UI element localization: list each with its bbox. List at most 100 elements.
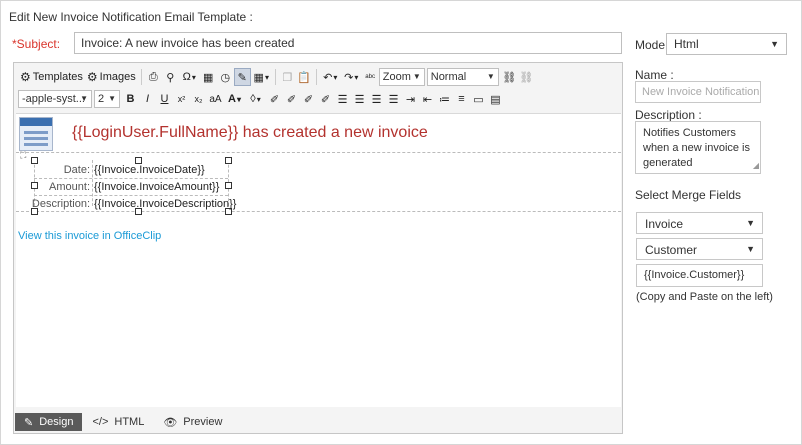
calendar-icon[interactable]: ▦ (200, 68, 217, 86)
paragraph-format-value: Normal (430, 71, 467, 83)
format-brush-icon[interactable]: ✐ (283, 90, 300, 108)
images-label: Images (99, 71, 136, 83)
document-icon[interactable]: ▤ (487, 90, 504, 108)
copy-paste-hint: (Copy and Paste on the left) (636, 291, 773, 303)
outdent-icon[interactable]: ⇤ (419, 90, 436, 108)
format-brush-icon[interactable]: ✐ (317, 90, 334, 108)
font-size-select[interactable]: 2 ▼ (94, 90, 120, 108)
unlink-icon[interactable]: ⛓ (518, 68, 535, 86)
tab-design[interactable]: ✎ Design (15, 413, 83, 431)
align-center-icon[interactable]: ☰ (351, 90, 368, 108)
redo-icon[interactable]: ↷ (341, 68, 362, 86)
invoice-logo-image (19, 117, 53, 151)
font-family-value: -apple-syst... (22, 93, 85, 105)
tab-html-label: HTML (114, 416, 145, 428)
clock-icon[interactable]: ◷ (217, 68, 234, 86)
align-right-icon[interactable]: ☰ (368, 90, 385, 108)
copy-icon[interactable]: ❐ (279, 68, 296, 86)
merge-entity-select[interactable]: Customer ▼ (636, 238, 763, 260)
format-brush-icon[interactable]: ✐ (266, 90, 283, 108)
tab-html[interactable]: </> HTML (83, 413, 153, 431)
print-icon[interactable]: ⎙ (145, 68, 162, 86)
superscript-button[interactable]: x² (173, 90, 190, 108)
tab-preview[interactable]: 👁 Preview (154, 413, 231, 431)
eye-icon: 👁 (163, 416, 178, 429)
description-value: Notifies Customers when a new invoice is… (643, 127, 751, 169)
view-invoice-link[interactable]: View this invoice in OfficeClip (18, 230, 161, 242)
amount-label: Amount: (49, 181, 90, 193)
gear-icon: ⚙ (20, 70, 31, 84)
tab-design-label: Design (39, 416, 74, 428)
toolbar-divider (315, 69, 317, 85)
gear-icon: ⚙ (86, 70, 98, 84)
name-field[interactable]: New Invoice Notification (635, 81, 761, 103)
change-case-button[interactable]: aA (207, 90, 224, 108)
mode-select[interactable]: Html ▼ (666, 33, 787, 55)
chevron-down-icon: ▼ (80, 94, 88, 103)
merge-field-output[interactable]: {{Invoice.Customer}} (636, 264, 763, 287)
spellcheck-icon[interactable]: ᵃᵇᶜ (362, 68, 379, 86)
paste-icon[interactable]: 📋 (296, 68, 313, 86)
editor-mode-tabs: ✎ Design </> HTML 👁 Preview (14, 412, 231, 432)
date-label: Date: (63, 164, 90, 176)
merge-group-value: Invoice (645, 217, 684, 231)
bullet-list-icon[interactable]: ≡ (453, 90, 470, 108)
email-header-text: {{LoginUser.FullName}} has created a new… (72, 124, 428, 141)
resize-handle[interactable] (31, 157, 38, 164)
chevron-down-icon: ▼ (746, 218, 755, 228)
binoculars-icon[interactable]: ⚲ (162, 68, 179, 86)
justify-icon[interactable]: ☰ (385, 90, 402, 108)
pencil-icon[interactable]: ✎ (233, 68, 251, 86)
date-merge-field: {{Invoice.InvoiceDate}} (94, 164, 205, 176)
media-icon[interactable]: ▭ (470, 90, 487, 108)
italic-button[interactable]: I (139, 90, 156, 108)
undo-icon[interactable]: ↶ (320, 68, 341, 86)
table-border (16, 211, 621, 212)
font-color-button[interactable]: A (224, 90, 245, 108)
chevron-down-icon: ▼ (486, 72, 495, 81)
resize-grip-icon[interactable]: ◢ (753, 158, 759, 173)
toolbar-row-1: ⚙Templates ⚙Images ⎙ ⚲ Ω ▦ ◷ ✎ ▦ ❐ 📋 ↶ ↷… (18, 67, 535, 87)
drop-icon[interactable]: ◊ (245, 90, 266, 108)
merge-fields-label: Select Merge Fields (635, 188, 742, 202)
bold-button[interactable]: B (122, 90, 139, 108)
description-field-label: Description : (635, 108, 702, 122)
omega-icon[interactable]: Ω (179, 68, 200, 86)
toolbar-divider (140, 69, 142, 85)
merge-group-select[interactable]: Invoice ▼ (636, 212, 763, 234)
toolbar-row-2: -apple-syst...▼ 2▼ B I U x² x₂ aA A ◊ ✐ … (18, 89, 504, 109)
ordered-list-icon[interactable]: ≔ (436, 90, 453, 108)
merge-entity-value: Customer (645, 243, 698, 257)
toolbar-divider (274, 69, 276, 85)
indent-icon[interactable]: ⇥ (402, 90, 419, 108)
chevron-down-icon: ▼ (108, 94, 116, 103)
page-title: Edit New Invoice Notification Email Temp… (9, 10, 253, 24)
font-family-select[interactable]: -apple-syst... ▼ (18, 90, 92, 108)
resize-handle[interactable] (225, 182, 232, 189)
subscript-button[interactable]: x₂ (190, 90, 207, 108)
amount-merge-field: {{Invoice.InvoiceAmount}} (94, 181, 220, 193)
subject-input[interactable]: Invoice: A new invoice has been created (74, 32, 622, 54)
chevron-down-icon: ▼ (412, 72, 421, 81)
link-icon[interactable]: ⛓ (501, 68, 518, 86)
underline-button[interactable]: U (156, 90, 173, 108)
table-border (34, 195, 228, 196)
resize-handle[interactable] (225, 157, 232, 164)
zoom-label: Zoom (382, 71, 411, 83)
images-button[interactable]: ⚙ Images (85, 68, 138, 86)
paragraph-format-select[interactable]: Normal ▼ (426, 68, 499, 86)
description-merge-field: {{Invoice.InvoiceDescription}} (94, 198, 237, 210)
resize-handle[interactable] (135, 157, 142, 164)
templates-button[interactable]: ⚙ Templates (18, 68, 85, 86)
format-brush-icon[interactable]: ✐ (300, 90, 317, 108)
table-border (34, 178, 228, 179)
zoom-select[interactable]: Zoom ▼ (378, 68, 425, 86)
code-icon: </> (92, 416, 109, 428)
mode-select-value: Html (674, 37, 699, 51)
subject-label: *Subject: (12, 37, 61, 51)
align-left-icon[interactable]: ☰ (334, 90, 351, 108)
editor-content-area[interactable]: ⛶ {{LoginUser.FullName}} has created a n… (16, 113, 621, 407)
table-icon[interactable]: ▦ (251, 68, 272, 86)
description-field[interactable]: Notifies Customers when a new invoice is… (635, 121, 761, 174)
chevron-down-icon: ▼ (746, 244, 755, 254)
